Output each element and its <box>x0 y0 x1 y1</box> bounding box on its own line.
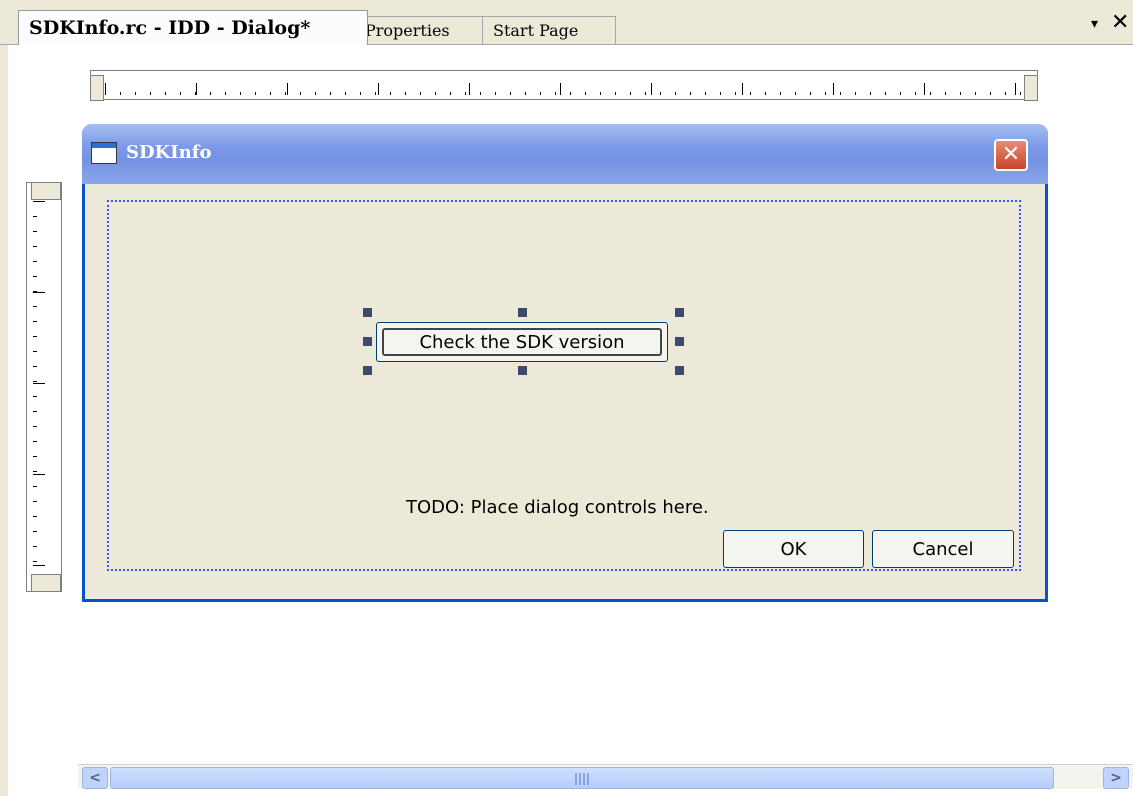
tab-start-page[interactable]: Start Page <box>482 16 616 44</box>
selection-handle-top-middle[interactable] <box>518 308 527 317</box>
ruler-left-cap[interactable] <box>90 75 104 101</box>
scroll-left-button[interactable]: < <box>82 767 108 789</box>
check-sdk-version-button[interactable]: Check the SDK version <box>376 322 668 362</box>
document-tab-strip: SDKInfo.rc - IDD - Dialog* Properties St… <box>0 0 1133 45</box>
tab-properties[interactable]: Properties <box>354 16 488 44</box>
scrollbar-thumb[interactable] <box>110 767 1054 789</box>
ruler-ticks <box>105 81 1023 95</box>
horizontal-ruler[interactable] <box>90 70 1038 101</box>
horizontal-scrollbar[interactable]: < > <box>78 764 1133 789</box>
ruler-top-cap[interactable] <box>31 182 61 200</box>
ruler-right-cap[interactable] <box>1024 75 1038 101</box>
ruler-ticks-vertical <box>31 201 45 573</box>
dialog-title: SDKInfo <box>126 142 212 163</box>
dialog-title-bar[interactable]: SDKInfo ✕ <box>82 124 1048 184</box>
vertical-ruler[interactable] <box>26 182 62 592</box>
cancel-button[interactable]: Cancel <box>872 530 1014 568</box>
selection-handle-middle-right[interactable] <box>675 337 684 346</box>
selection-handle-top-right[interactable] <box>675 308 684 317</box>
scroll-right-button[interactable]: > <box>1103 767 1129 789</box>
check-sdk-version-label: Check the SDK version <box>382 328 662 356</box>
window-icon <box>91 142 117 164</box>
selection-handle-top-left[interactable] <box>363 308 372 317</box>
chevron-down-icon[interactable]: ▾ <box>1091 16 1098 32</box>
tab-sdkinfo-dialog[interactable]: SDKInfo.rc - IDD - Dialog* <box>18 10 368 45</box>
selection-handle-bottom-middle[interactable] <box>518 366 527 375</box>
todo-static-text[interactable]: TODO: Place dialog controls here. <box>406 497 709 518</box>
selection-handle-bottom-left[interactable] <box>363 366 372 375</box>
selection-handle-bottom-right[interactable] <box>675 366 684 375</box>
ruler-bottom-cap[interactable] <box>31 574 61 592</box>
dialog-close-button[interactable]: ✕ <box>994 139 1028 171</box>
close-icon[interactable]: ✕ <box>1111 10 1129 35</box>
scrollbar-grip-icon <box>575 773 589 785</box>
ok-button[interactable]: OK <box>723 530 864 568</box>
left-gutter <box>0 45 8 796</box>
selection-handle-middle-left[interactable] <box>363 337 372 346</box>
